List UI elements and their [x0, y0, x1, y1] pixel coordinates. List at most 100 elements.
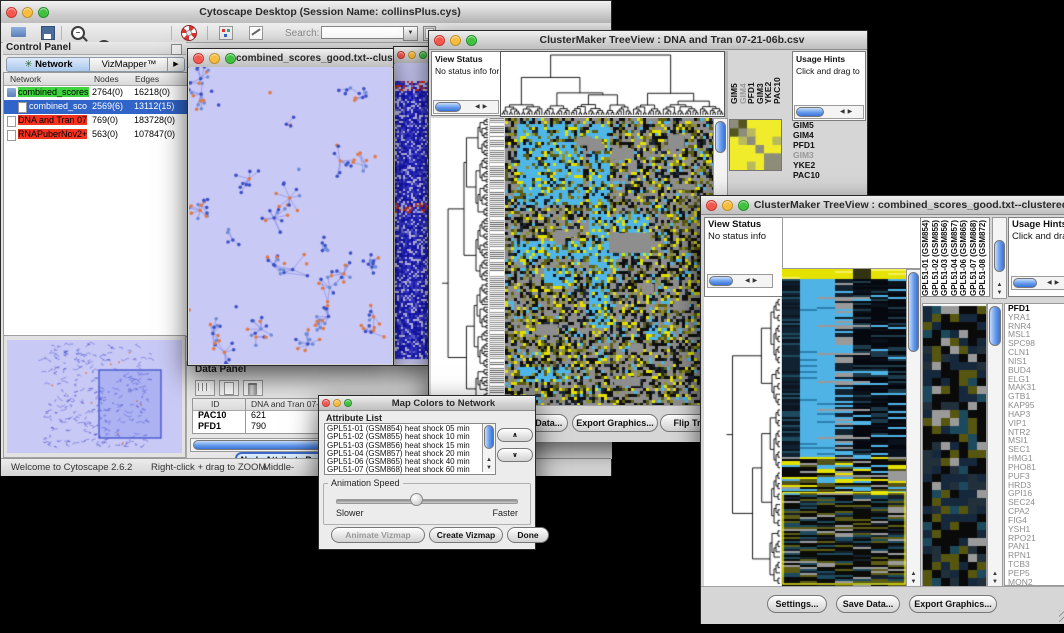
background-window-title-bar[interactable] — [394, 47, 432, 64]
column-label[interactable]: YKE2 — [763, 51, 772, 104]
gene-label[interactable]: YRA1 — [1008, 313, 1064, 322]
gene-label[interactable]: GIM5 — [793, 120, 863, 130]
zoom-window-icon[interactable] — [738, 200, 749, 211]
attribute-item[interactable]: GPL51-03 (GSM856) heat shock 15 min — [325, 442, 482, 450]
network-row[interactable]: combined_sco2569(6)13112(15) — [4, 100, 187, 114]
gene-label[interactable]: HAP3 — [1008, 410, 1064, 419]
gene-label[interactable]: NIS1 — [1008, 357, 1064, 366]
animation-speed-slider-track[interactable] — [336, 499, 518, 504]
dialog-title-bar[interactable]: Map Colors to Network — [319, 396, 535, 411]
treeview2-gene-labels[interactable]: PFD1YRA1RNR4MSL1SPC98CLN1NIS1BUD4ELG1MAK… — [1004, 303, 1064, 586]
gene-label[interactable]: MAK31 — [1008, 383, 1064, 392]
close-icon[interactable] — [6, 7, 17, 18]
treeview1-title-bar[interactable]: ClusterMaker TreeView : DNA and Tran 07-… — [429, 31, 867, 50]
gene-label[interactable]: NTR2 — [1008, 428, 1064, 437]
zoom-window-icon[interactable] — [419, 51, 427, 59]
zoom-window-icon[interactable] — [344, 399, 352, 407]
column-label[interactable]: GPL51-02 (GSM855) — [931, 220, 941, 296]
gene-label[interactable]: MSI1 — [1008, 436, 1064, 445]
close-icon[interactable] — [706, 200, 717, 211]
gene-label[interactable]: SEC24 — [1008, 498, 1064, 507]
close-icon[interactable] — [322, 399, 330, 407]
export-graphics-button[interactable]: Export Graphics... — [572, 414, 658, 432]
gene-label[interactable]: PUF3 — [1008, 472, 1064, 481]
network-name[interactable]: combined_scores — [18, 87, 89, 97]
gene-label[interactable]: PHO81 — [1008, 463, 1064, 472]
network-name[interactable]: RNAPuberNov2+ — [18, 129, 87, 139]
zoom-heatmap-canvas[interactable] — [922, 303, 987, 588]
treeview1-column-labels[interactable]: GIM5GIM4PFD1GIM3YKE2PAC10 — [729, 51, 781, 104]
attribute-table-icon[interactable] — [195, 380, 215, 396]
vizmapper-icon[interactable] — [219, 26, 233, 40]
gene-label[interactable]: TCB3 — [1008, 560, 1064, 569]
float-panel-icon[interactable] — [171, 44, 182, 55]
move-down-button[interactable]: ∨ — [497, 448, 533, 462]
column-label[interactable]: GPL51-08 (GSM872) — [978, 220, 988, 296]
zoom-heatmap-vscrollbar[interactable]: ▲▼ — [987, 303, 1003, 588]
network-name[interactable]: combined_sco — [29, 101, 87, 111]
gene-label[interactable]: PAC10 — [793, 170, 863, 180]
gene-label[interactable]: BUD4 — [1008, 366, 1064, 375]
gene-label[interactable]: RPN1 — [1008, 551, 1064, 560]
column-label[interactable]: GIM5 — [729, 51, 738, 104]
annotation-icon[interactable] — [249, 26, 263, 40]
treeview1-gene-labels[interactable]: GIM5GIM4PFD1GIM3YKE2PAC10 — [793, 120, 863, 182]
attribute-item[interactable]: GPL51-02 (GSM855) heat shock 10 min — [325, 433, 482, 441]
help-lifesaver-icon[interactable] — [181, 25, 197, 41]
global-heatmap-canvas[interactable] — [505, 118, 713, 405]
attribute-item[interactable]: GPL51-01 (GSM854) heat shock 05 min — [325, 425, 482, 433]
move-up-button[interactable]: ∧ — [497, 428, 533, 442]
gene-label[interactable]: CLN1 — [1008, 348, 1064, 357]
gene-label[interactable]: FIG4 — [1008, 516, 1064, 525]
close-icon[interactable] — [193, 53, 204, 64]
gene-label[interactable]: VIP1 — [1008, 419, 1064, 428]
resize-grip[interactable] — [1059, 610, 1064, 622]
column-label[interactable]: GPL51-04 (GSM857) — [950, 220, 960, 296]
minimize-icon[interactable] — [22, 7, 33, 18]
zoom-window-icon[interactable] — [225, 53, 236, 64]
network-window-title-bar[interactable]: combined_scores_good.txt--cluste... — [188, 49, 393, 68]
usage-hints-hscrollbar[interactable]: ◀▶ — [1011, 276, 1064, 290]
search-dropdown-icon[interactable]: ▼ — [403, 26, 418, 41]
column-label[interactable]: GIM3 — [755, 51, 764, 104]
gene-label[interactable]: HRD3 — [1008, 481, 1064, 490]
usage-hints-hscrollbar[interactable]: ◀▶ — [794, 105, 864, 119]
gene-label[interactable]: GIM4 — [793, 130, 863, 140]
treeview2-column-labels[interactable]: GPL51-01 (GSM854)GPL51-02 (GSM855) GPL51-… — [920, 217, 990, 297]
gene-label[interactable]: MSL1 — [1008, 330, 1064, 339]
attribute-item[interactable]: GPL51-06 (GSM865) heat shock 40 min — [325, 458, 482, 466]
gene-label[interactable]: SPC98 — [1008, 339, 1064, 348]
network-row[interactable]: combined_scores2764(0)16218(0) — [4, 86, 187, 100]
gene-label[interactable]: KAP95 — [1008, 401, 1064, 410]
zoom-heatmap-thumbnail[interactable] — [729, 119, 782, 171]
zoom-window-icon[interactable] — [38, 7, 49, 18]
global-heatmap-vscrollbar[interactable]: ▲▼ — [906, 269, 921, 588]
tab-network[interactable]: ✳ Network — [6, 57, 91, 72]
gene-label[interactable]: PFD1 — [1008, 304, 1064, 313]
background-network-canvas[interactable] — [395, 63, 431, 364]
minimize-icon[interactable] — [209, 53, 220, 64]
attribute-listbox[interactable]: GPL51-01 (GSM854) heat shock 05 minGPL51… — [324, 423, 496, 475]
save-icon[interactable] — [41, 26, 55, 40]
view-status-hscrollbar[interactable]: ◀▶ — [433, 100, 499, 114]
create-vizmap-button[interactable]: Create Vizmap — [429, 527, 503, 543]
column-label[interactable]: GPL51-01 (GSM854) — [921, 220, 931, 296]
network-row[interactable]: DNA and Tran 07769(0)183728(0) — [4, 114, 187, 128]
attribute-item[interactable]: GPL51-07 (GSM868) heat shock 60 min — [325, 466, 482, 474]
zoom-window-icon[interactable] — [466, 35, 477, 46]
minimize-icon[interactable] — [722, 200, 733, 211]
gene-label[interactable]: SEC1 — [1008, 445, 1064, 454]
view-status-hscrollbar[interactable]: ◀▶ — [707, 274, 773, 288]
gene-label[interactable]: RPO21 — [1008, 534, 1064, 543]
column-label[interactable]: GIM4 — [738, 51, 747, 104]
gene-label[interactable]: PEP5 — [1008, 569, 1064, 578]
gene-label[interactable]: PAN1 — [1008, 542, 1064, 551]
animate-vizmap-button[interactable]: Animate Vizmap — [331, 527, 425, 543]
column-label[interactable]: PAC10 — [772, 51, 781, 104]
column-label[interactable]: PFD1 — [746, 51, 755, 104]
gene-label[interactable]: YSH1 — [1008, 525, 1064, 534]
attribute-item[interactable]: GPL51-04 (GSM857) heat shock 20 min — [325, 450, 482, 458]
minimize-icon[interactable] — [333, 399, 341, 407]
row-dendrogram-canvas[interactable] — [704, 297, 781, 586]
done-button[interactable]: Done — [507, 527, 549, 543]
